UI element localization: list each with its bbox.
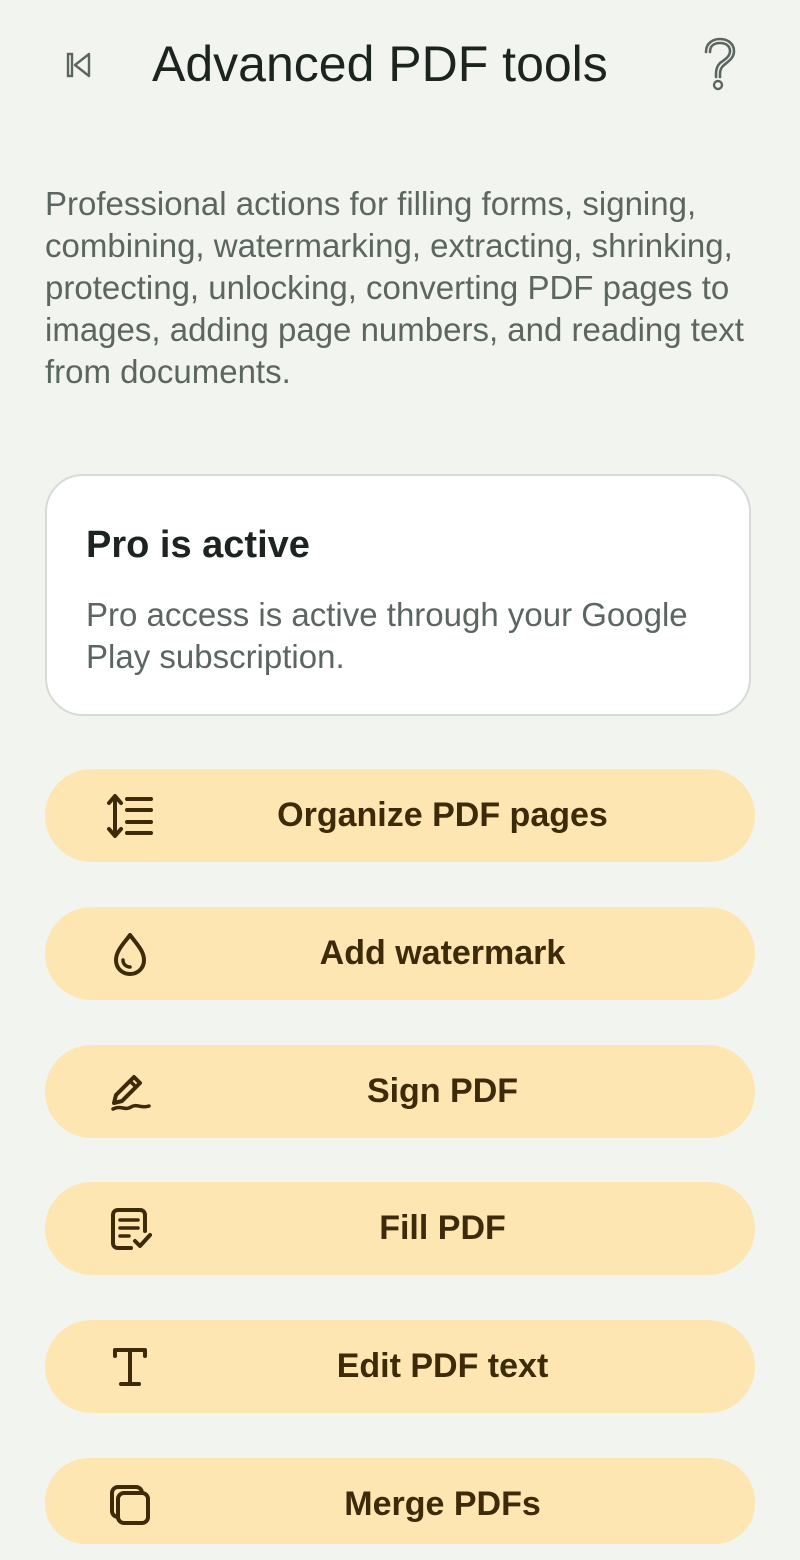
advanced-pdf-tools-screen: Advanced PDF tools Professional actions … — [0, 0, 800, 1560]
help-question-icon — [704, 37, 736, 91]
back-button[interactable] — [52, 38, 106, 92]
fill-pdf-button[interactable]: Fill PDF — [45, 1182, 755, 1275]
add-watermark-button[interactable]: Add watermark — [45, 907, 755, 1000]
tool-label: Edit PDF text — [336, 1347, 549, 1385]
tool-label: Sign PDF — [366, 1072, 519, 1110]
help-button[interactable] — [692, 34, 748, 94]
page-title: Advanced PDF tools — [152, 36, 608, 92]
pro-status-text: Pro access is active through your Google… — [86, 596, 688, 675]
top-app-bar: Advanced PDF tools — [0, 0, 800, 130]
tool-label: Fill PDF — [379, 1209, 506, 1247]
sign-pdf-button[interactable]: Sign PDF — [45, 1045, 755, 1138]
pro-status-title: Pro is active — [86, 524, 310, 566]
edit-pdf-text-button[interactable]: Edit PDF text — [45, 1320, 755, 1413]
tool-label: Merge PDFs — [344, 1485, 541, 1523]
pro-status-card: Pro is active Pro access is active throu… — [45, 474, 751, 716]
organize-pdf-pages-button[interactable]: Organize PDF pages — [45, 769, 755, 862]
back-to-start-icon — [66, 52, 91, 78]
tools-description: Professional actions for filling forms, … — [45, 185, 744, 390]
tool-label: Organize PDF pages — [277, 796, 608, 834]
tool-label: Add watermark — [319, 934, 566, 972]
merge-pdfs-button[interactable]: Merge PDFs — [45, 1458, 755, 1544]
